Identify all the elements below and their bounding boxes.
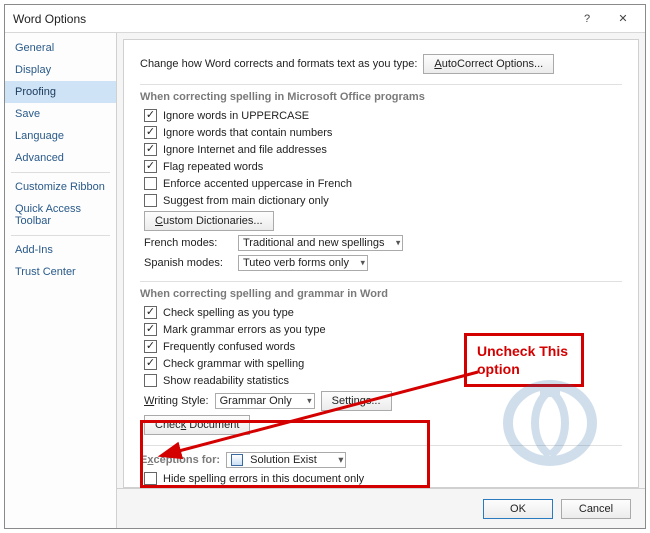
checkbox-label: Check grammar with spelling (163, 358, 304, 370)
checkbox-label: Ignore words that contain numbers (163, 127, 332, 139)
sidebar-item-display[interactable]: Display (5, 59, 116, 81)
checkbox-check-spelling-as-type[interactable] (144, 306, 157, 319)
sidebar-item-customize-ribbon[interactable]: Customize Ribbon (5, 176, 116, 198)
writing-style-select[interactable]: Grammar Only▾ (215, 393, 315, 409)
dialog-footer: OK Cancel (117, 488, 645, 528)
close-button[interactable]: ✕ (605, 6, 641, 32)
intro-text: Change how Word corrects and formats tex… (140, 58, 417, 70)
spanish-modes-label: Spanish modes: (144, 257, 232, 269)
french-modes-label: French modes: (144, 237, 232, 249)
main-panel: Change how Word corrects and formats tex… (123, 39, 639, 488)
exceptions-label: Exceptions for: (140, 454, 220, 466)
checkbox-ignore-uppercase[interactable] (144, 109, 157, 122)
checkbox-label: Flag repeated words (163, 161, 263, 173)
checkbox-readability-statistics[interactable] (144, 374, 157, 387)
checkbox-check-grammar-with-spelling[interactable] (144, 357, 157, 370)
checkbox-label: Show readability statistics (163, 375, 289, 387)
sidebar-item-quick-access-toolbar[interactable]: Quick Access Toolbar (5, 198, 116, 232)
dialog-title: Word Options (13, 12, 569, 26)
cancel-button[interactable]: Cancel (561, 499, 631, 519)
checkbox-flag-repeated[interactable] (144, 160, 157, 173)
sidebar-divider (11, 235, 110, 236)
help-button[interactable]: ? (569, 6, 605, 32)
chevron-down-icon: ▾ (360, 258, 365, 269)
titlebar: Word Options ? ✕ (5, 5, 645, 33)
checkbox-accented-french[interactable] (144, 177, 157, 190)
word-options-dialog: Word Options ? ✕ General Display Proofin… (4, 4, 646, 529)
sidebar: General Display Proofing Save Language A… (5, 33, 117, 528)
writing-style-label: Writing Style: (144, 395, 209, 407)
section-heading-word-spelling: When correcting spelling and grammar in … (140, 281, 622, 300)
checkbox-label: Ignore Internet and file addresses (163, 144, 327, 156)
chevron-down-icon: ▾ (307, 396, 312, 407)
sidebar-item-trust-center[interactable]: Trust Center (5, 261, 116, 283)
ok-button[interactable]: OK (483, 499, 553, 519)
sidebar-divider (11, 172, 110, 173)
settings-button[interactable]: Settings... (321, 391, 392, 411)
sidebar-item-language[interactable]: Language (5, 125, 116, 147)
checkbox-label: Frequently confused words (163, 341, 295, 353)
checkbox-mark-grammar-as-type[interactable] (144, 323, 157, 336)
chevron-down-icon: ▾ (396, 238, 401, 249)
checkbox-frequently-confused[interactable] (144, 340, 157, 353)
word-doc-icon (231, 454, 243, 466)
exceptions-document-select[interactable]: Solution Exist ▾ (226, 452, 346, 468)
sidebar-item-add-ins[interactable]: Add-Ins (5, 239, 116, 261)
checkbox-label: Mark grammar errors as you type (163, 324, 326, 336)
custom-dictionaries-button[interactable]: Custom Dictionaries... (144, 211, 274, 231)
sidebar-item-proofing[interactable]: Proofing (5, 81, 116, 103)
checkbox-main-dictionary-only[interactable] (144, 194, 157, 207)
sidebar-item-advanced[interactable]: Advanced (5, 147, 116, 169)
checkbox-label: Check spelling as you type (163, 307, 294, 319)
checkbox-label: Enforce accented uppercase in French (163, 178, 352, 190)
sidebar-item-save[interactable]: Save (5, 103, 116, 125)
autocorrect-options-button[interactable]: AutoCorrect Options... (423, 54, 554, 74)
checkbox-hide-spelling-errors[interactable] (144, 472, 157, 485)
chevron-down-icon: ▾ (339, 455, 344, 466)
french-modes-select[interactable]: Traditional and new spellings▾ (238, 235, 403, 251)
checkbox-label: Ignore words in UPPERCASE (163, 110, 309, 122)
sidebar-item-general[interactable]: General (5, 37, 116, 59)
section-heading-office-spelling: When correcting spelling in Microsoft Of… (140, 84, 622, 103)
checkbox-ignore-numbers[interactable] (144, 126, 157, 139)
checkbox-label: Suggest from main dictionary only (163, 195, 329, 207)
check-document-button[interactable]: Check Document (144, 415, 250, 435)
checkbox-label: Hide spelling errors in this document on… (163, 473, 364, 485)
checkbox-ignore-internet[interactable] (144, 143, 157, 156)
spanish-modes-select[interactable]: Tuteo verb forms only▾ (238, 255, 368, 271)
